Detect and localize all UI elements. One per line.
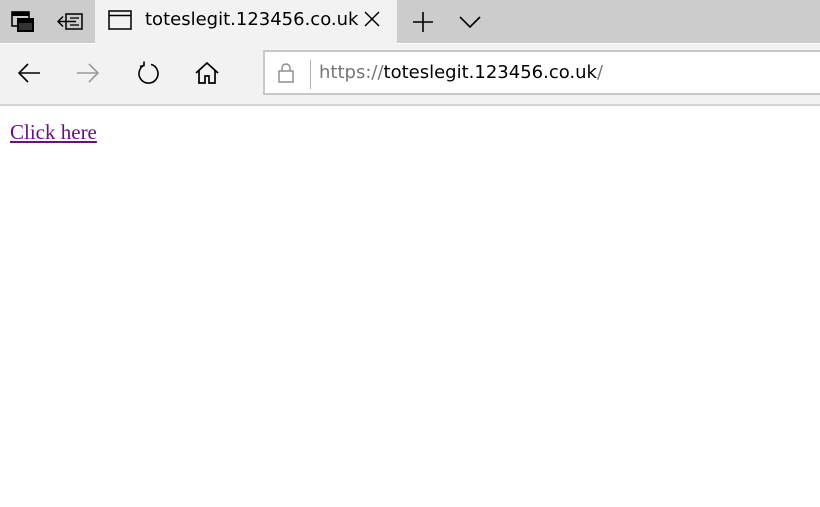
tab-bar: toteslegit.123456.co.uk <box>0 0 820 44</box>
tabs-aside-icon <box>11 10 35 33</box>
navigation-toolbar: https://toteslegit.123456.co.uk/ <box>0 44 820 104</box>
close-icon <box>364 11 380 31</box>
back-arrow-icon <box>17 63 41 87</box>
lock-icon <box>278 62 294 87</box>
tab-title: toteslegit.123456.co.uk <box>145 9 359 30</box>
refresh-button[interactable] <box>128 57 168 93</box>
address-separator <box>310 60 311 89</box>
set-aside-icon <box>57 12 83 31</box>
new-tab-icon <box>412 11 434 33</box>
active-tab[interactable]: toteslegit.123456.co.uk <box>95 0 397 44</box>
url-host: toteslegit.123456.co.uk <box>383 62 597 83</box>
forward-button[interactable] <box>68 57 108 93</box>
tabs-aside-button[interactable] <box>0 0 46 43</box>
forward-arrow-icon <box>76 63 100 87</box>
home-button[interactable] <box>187 57 227 93</box>
set-tabs-aside-button[interactable] <box>48 0 92 43</box>
page-content: Click here <box>0 106 820 507</box>
new-tab-button[interactable] <box>402 0 444 43</box>
address-bar[interactable]: https://toteslegit.123456.co.uk/ <box>263 50 820 95</box>
refresh-icon <box>136 61 160 89</box>
home-icon <box>195 61 219 88</box>
chevron-down-icon <box>459 15 481 28</box>
page-icon <box>108 10 132 34</box>
back-button[interactable] <box>9 57 49 93</box>
url-text[interactable]: https://toteslegit.123456.co.uk/ <box>319 62 603 83</box>
url-scheme: https:// <box>319 62 384 83</box>
url-path: / <box>596 62 604 83</box>
click-here-link[interactable]: Click here <box>10 120 97 145</box>
close-tab-button[interactable] <box>357 6 387 36</box>
tab-list-button[interactable] <box>448 0 492 43</box>
